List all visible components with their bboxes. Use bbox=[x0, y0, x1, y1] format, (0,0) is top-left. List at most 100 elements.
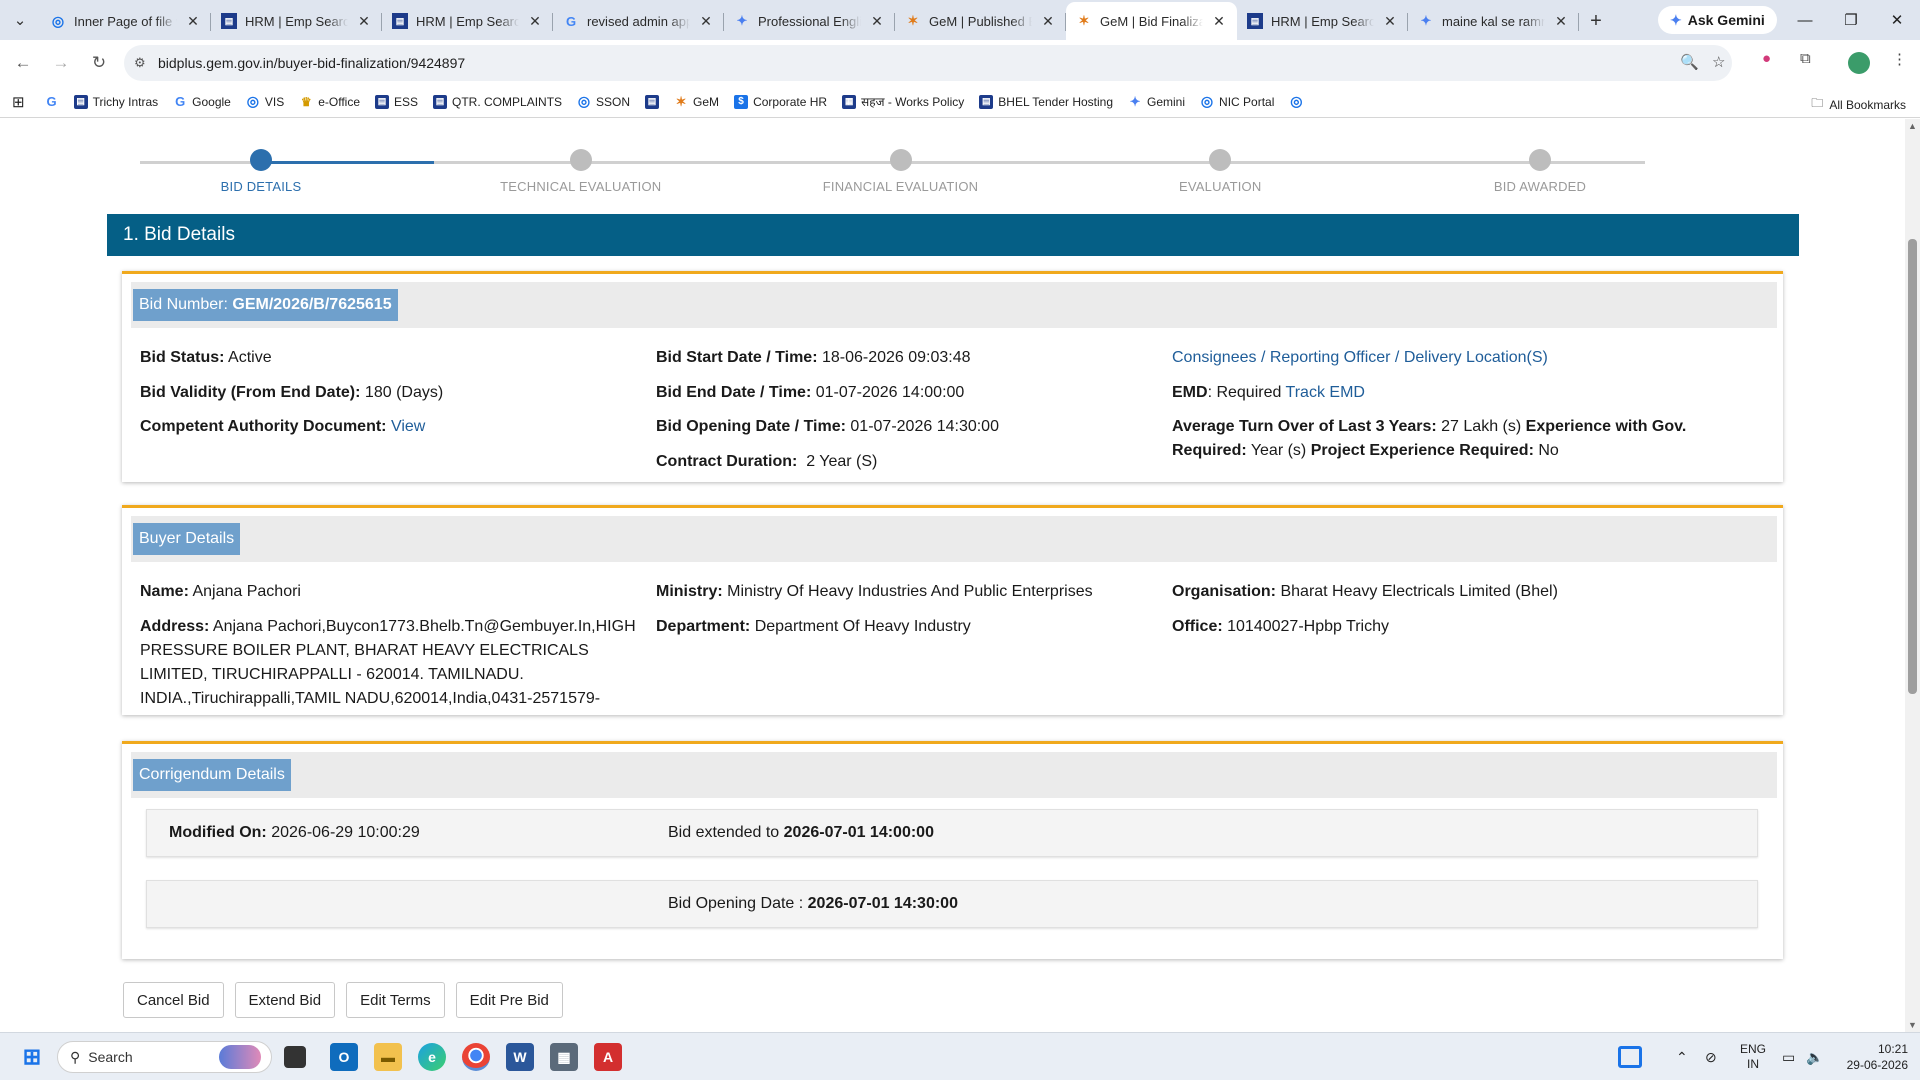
bookmark-item[interactable]: ▤ ESS bbox=[375, 94, 419, 109]
chrome-icon[interactable] bbox=[462, 1043, 490, 1071]
bookmark-label: Corporate HR bbox=[753, 94, 828, 109]
bhel-logo-icon: ▤ bbox=[645, 94, 660, 109]
browser-tab[interactable]: ▤ HRM | Emp Search ✕ bbox=[382, 4, 553, 38]
consignees-link[interactable]: Consignees / Reporting Officer / Deliver… bbox=[1172, 346, 1548, 370]
bookmark-item[interactable]: G Google bbox=[173, 94, 231, 109]
avatar[interactable] bbox=[1848, 52, 1870, 74]
bid-actions: Cancel Bid Extend Bid Edit Terms Edit Pr… bbox=[123, 982, 563, 1018]
bookmark-item[interactable]: ♛ e-Office bbox=[299, 95, 360, 109]
address-bar[interactable]: ⚙ bidplus.gem.gov.in/buyer-bid-finalizat… bbox=[124, 45, 1732, 81]
reload-icon[interactable]: ↻ bbox=[84, 48, 114, 78]
word-icon[interactable]: W bbox=[506, 1043, 534, 1071]
edit-terms-button[interactable]: Edit Terms bbox=[346, 982, 445, 1018]
corrigendum-extended-to: Bid extended to 2026-07-01 14:00:00 bbox=[668, 824, 934, 841]
restore-icon[interactable]: ❐ bbox=[1828, 0, 1874, 40]
view-document-link[interactable]: View bbox=[391, 418, 425, 435]
ask-gemini-button[interactable]: ✦ Ask Gemini bbox=[1658, 6, 1777, 34]
browser-tab[interactable]: Grevised admin app ✕ bbox=[553, 4, 724, 38]
file-explorer-icon[interactable]: ▬ bbox=[374, 1043, 402, 1071]
close-window-icon[interactable]: ✕ bbox=[1874, 0, 1920, 40]
close-tab-icon[interactable]: ✕ bbox=[1211, 13, 1227, 30]
bookmark-item[interactable]: ✶ GeM bbox=[674, 94, 719, 109]
browser-tab[interactable]: ✦ Professional English ✕ bbox=[724, 4, 895, 38]
edit-pre-bid-button[interactable]: Edit Pre Bid bbox=[455, 982, 563, 1018]
bookmark-label: ESS bbox=[394, 94, 419, 109]
language-indicator[interactable]: ENG IN bbox=[1740, 1033, 1766, 1081]
bookmark-item[interactable]: ◎ NIC Portal bbox=[1200, 93, 1274, 109]
bookmark-item[interactable]: ▦ सहज - Works Policy bbox=[842, 93, 964, 110]
bookmark-star-icon[interactable]: ☆ bbox=[1712, 53, 1725, 71]
all-bookmarks-button[interactable]: 🗀 All Bookmarks bbox=[1811, 94, 1906, 115]
bookmark-label: Gemini bbox=[1147, 94, 1186, 109]
tab-search-chevron-icon[interactable]: ⌄ bbox=[0, 0, 40, 40]
acrobat-icon[interactable]: A bbox=[594, 1043, 622, 1071]
close-tab-icon[interactable]: ✕ bbox=[1553, 13, 1569, 30]
corrigendum-modified-on: Modified On: 2026-06-29 10:00:29 bbox=[169, 824, 420, 841]
widgets-icon[interactable] bbox=[1618, 1033, 1642, 1081]
scroll-down-arrow-icon[interactable]: ▼ bbox=[1908, 1020, 1917, 1030]
task-view-icon[interactable] bbox=[284, 1046, 306, 1068]
close-tab-icon[interactable]: ✕ bbox=[1040, 13, 1056, 30]
page-scrollbar[interactable]: ▲ ▼ bbox=[1905, 119, 1920, 1032]
display-icon[interactable]: ▭ bbox=[1782, 1033, 1795, 1081]
scrollbar-thumb[interactable] bbox=[1908, 239, 1917, 694]
outlook-icon[interactable]: O bbox=[330, 1043, 358, 1071]
extensions-puzzle-icon[interactable]: ⧉ bbox=[1800, 50, 1811, 67]
bookmark-item[interactable]: ✦ Gemini bbox=[1128, 94, 1186, 109]
bid-opening-date: Bid Opening Date / Time: 01-07-2026 14:3… bbox=[656, 418, 999, 435]
close-tab-icon[interactable]: ✕ bbox=[1382, 13, 1398, 30]
bookmark-item[interactable]: ▤ Trichy Intras bbox=[73, 94, 159, 109]
speaker-muted-icon[interactable]: 🔈 bbox=[1806, 1033, 1823, 1081]
browser-tab[interactable]: ✦ maine kal se ramr ✕ bbox=[1408, 4, 1579, 38]
browser-tab[interactable]: ✶ GeM | Published B ✕ bbox=[895, 4, 1066, 38]
step-dot bbox=[889, 149, 912, 171]
cancel-bid-button[interactable]: Cancel Bid bbox=[123, 982, 224, 1018]
browser-tab[interactable]: ◎ Inner Page of file v ✕ bbox=[40, 4, 211, 38]
bookmark-item[interactable]: ◎ SSON bbox=[577, 93, 630, 109]
menu-kebab-icon[interactable]: ⋮ bbox=[1892, 50, 1907, 68]
bid-number-header: Bid Number: GEM/2026/B/7625615 bbox=[131, 282, 1777, 328]
scroll-up-arrow-icon[interactable]: ▲ bbox=[1908, 121, 1917, 131]
site-info-icon[interactable]: ⚙ bbox=[134, 55, 158, 71]
tray-chevron-icon[interactable]: ⌃ bbox=[1676, 1033, 1688, 1081]
bookmark-item[interactable]: ▤ bbox=[645, 94, 660, 109]
close-tab-icon[interactable]: ✕ bbox=[869, 13, 885, 30]
bookmark-item[interactable]: ▤ QTR. COMPLAINTS bbox=[433, 94, 563, 109]
minimize-icon[interactable]: — bbox=[1782, 0, 1828, 40]
extend-bid-button[interactable]: Extend Bid bbox=[234, 982, 336, 1018]
taskbar-search[interactable]: ⚲ Search bbox=[57, 1041, 272, 1073]
corrigendum-header-row: Corrigendum Details bbox=[131, 752, 1777, 798]
bid-start-date: Bid Start Date / Time: 18-06-2026 09:03:… bbox=[656, 349, 971, 366]
track-emd-link[interactable]: Track EMD bbox=[1286, 384, 1365, 401]
close-tab-icon[interactable]: ✕ bbox=[698, 13, 714, 30]
forward-arrow-icon[interactable]: → bbox=[46, 48, 76, 78]
google-icon: G bbox=[175, 94, 186, 109]
close-tab-icon[interactable]: ✕ bbox=[527, 13, 543, 30]
bookmark-item[interactable]: ◎ VIS bbox=[246, 93, 284, 109]
bhel-logo-icon: ▤ bbox=[392, 13, 408, 29]
back-arrow-icon[interactable]: ← bbox=[8, 48, 38, 78]
bookmark-item[interactable]: ▤ BHEL Tender Hosting bbox=[979, 94, 1113, 109]
profile-extension-icon[interactable]: ● bbox=[1762, 50, 1771, 67]
bookmark-item[interactable]: G bbox=[45, 94, 59, 109]
close-tab-icon[interactable]: ✕ bbox=[185, 13, 201, 30]
network-off-icon[interactable]: ⊘ bbox=[1705, 1033, 1717, 1081]
url-text[interactable]: bidplus.gem.gov.in/buyer-bid-finalizatio… bbox=[158, 55, 465, 71]
bookmark-item[interactable]: $ Corporate HR bbox=[734, 94, 828, 109]
buyer-ministry: Ministry: Ministry Of Heavy Industries A… bbox=[656, 583, 1093, 600]
zoom-icon[interactable]: 🔍 bbox=[1680, 53, 1699, 71]
clock[interactable]: 10:21 29-06-2026 bbox=[1838, 1033, 1908, 1081]
windows-start-icon[interactable]: ⊞ bbox=[18, 1043, 46, 1071]
apps-grid-icon[interactable]: ⊞ bbox=[12, 93, 25, 111]
browser-tab[interactable]: ▤ HRM | Emp Search ✕ bbox=[211, 4, 382, 38]
browser-tab[interactable]: ✶ GeM | Bid Finalizat ✕ bbox=[1066, 2, 1237, 40]
edge-icon[interactable]: e bbox=[418, 1043, 446, 1071]
browser-tab[interactable]: ▤ HRM | Emp Search ✕ bbox=[1237, 4, 1408, 38]
bookmark-item[interactable]: ◎ bbox=[1289, 93, 1303, 109]
new-tab-button[interactable]: + bbox=[1579, 4, 1613, 38]
bookmark-label: QTR. COMPLAINTS bbox=[452, 94, 563, 109]
calculator-icon[interactable]: ▦ bbox=[550, 1043, 578, 1071]
close-tab-icon[interactable]: ✕ bbox=[356, 13, 372, 30]
bookmark-label: Trichy Intras bbox=[92, 94, 159, 109]
step-financial-evaluation: FINANCIAL EVALUATION bbox=[751, 149, 1051, 194]
